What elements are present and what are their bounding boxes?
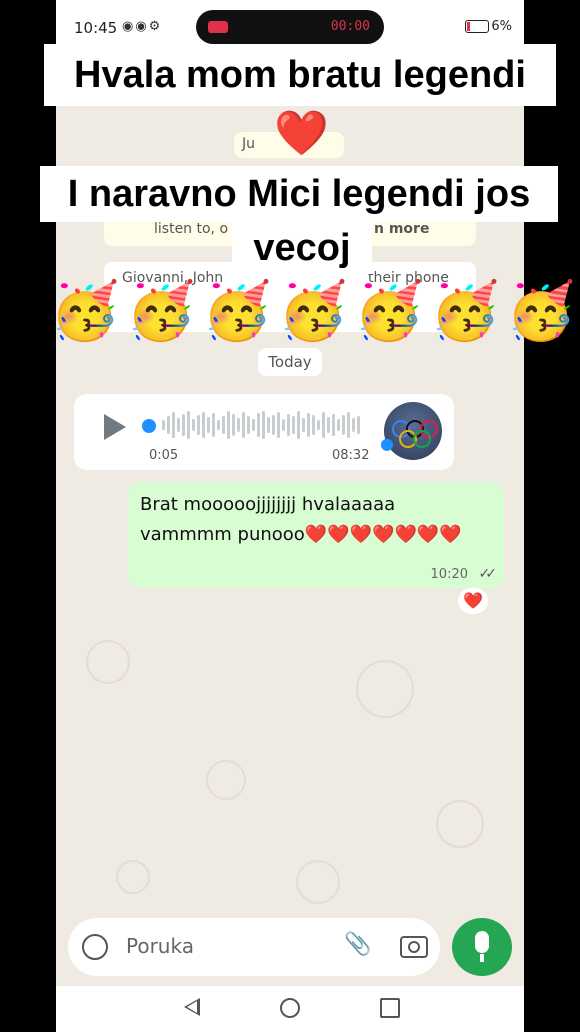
camera-icon[interactable]	[400, 936, 428, 958]
voice-mic-icon: ●	[380, 434, 394, 453]
screen-record-pill: 00:00	[196, 10, 384, 44]
sticker-icon[interactable]	[82, 934, 108, 960]
wallpaper-doodle	[86, 640, 130, 684]
today-label: Today	[258, 348, 322, 376]
attach-icon[interactable]: 📎	[344, 932, 371, 957]
status-time: 10:45	[74, 19, 118, 37]
battery-icon	[465, 20, 490, 33]
wallpaper-doodle	[116, 860, 150, 894]
party-face-emoji: 🥳	[278, 279, 348, 344]
party-face-emoji: 🥳	[506, 279, 576, 344]
party-face-emoji: 🥳	[430, 279, 500, 344]
home-icon[interactable]	[280, 998, 300, 1018]
play-icon[interactable]	[104, 414, 126, 440]
olympic-ring-icon	[413, 430, 431, 448]
wallpaper-doodle	[296, 860, 340, 904]
party-face-emoji: 🥳	[202, 279, 272, 344]
battery-percent: 6%	[491, 19, 512, 34]
date-chip-text: Ju	[242, 136, 256, 152]
playback-position-dot[interactable]	[142, 419, 156, 433]
message-reaction[interactable]: ❤️	[458, 588, 488, 614]
message-input-bar[interactable]: Poruka 📎	[68, 918, 440, 976]
mic-icon-stem	[480, 954, 484, 962]
party-face-emoji: 🥳	[50, 279, 120, 344]
voice-message-bubble: 0:05 08:32 ●	[74, 394, 454, 470]
battery-status: 6%	[465, 19, 512, 34]
voice-record-button[interactable]	[452, 918, 512, 976]
back-icon[interactable]	[184, 998, 200, 1016]
learn-more-link[interactable]: n more	[374, 221, 429, 237]
caption-line-1: Hvala mom bratu legendi	[44, 44, 556, 106]
voice-time: 08:32	[332, 448, 370, 463]
system-notice-text: listen to, o	[154, 221, 229, 237]
outgoing-message-bubble: Brat mooooojjjjjjjj hvalaaaaa vammmm pun…	[128, 482, 504, 588]
record-time: 00:00	[330, 19, 370, 34]
recents-icon[interactable]	[380, 998, 400, 1018]
mic-icon	[475, 931, 489, 953]
android-nav-bar	[56, 986, 524, 1032]
wallpaper-doodle	[356, 660, 414, 718]
message-text: Brat mooooojjjjjjjj hvalaaaaa vammmm pun…	[140, 494, 462, 545]
record-icon	[208, 21, 228, 33]
caption-heart: ❤️	[274, 108, 329, 159]
read-ticks-icon: ✓✓	[478, 566, 498, 582]
party-face-emoji: 🥳	[126, 279, 196, 344]
caption-line-3: vecoj	[232, 222, 372, 274]
notification-icons: ◉◉⚙	[122, 19, 163, 34]
voice-duration: 0:05	[149, 448, 179, 463]
message-time: 10:20	[430, 567, 468, 582]
party-face-emoji: 🥳	[354, 279, 424, 344]
message-input[interactable]: Poruka	[126, 934, 194, 958]
wallpaper-doodle	[436, 800, 484, 848]
caption-line-2: I naravno Mici legendi jos	[40, 166, 558, 222]
wallpaper-doodle	[206, 760, 246, 800]
voice-waveform[interactable]	[162, 410, 372, 440]
